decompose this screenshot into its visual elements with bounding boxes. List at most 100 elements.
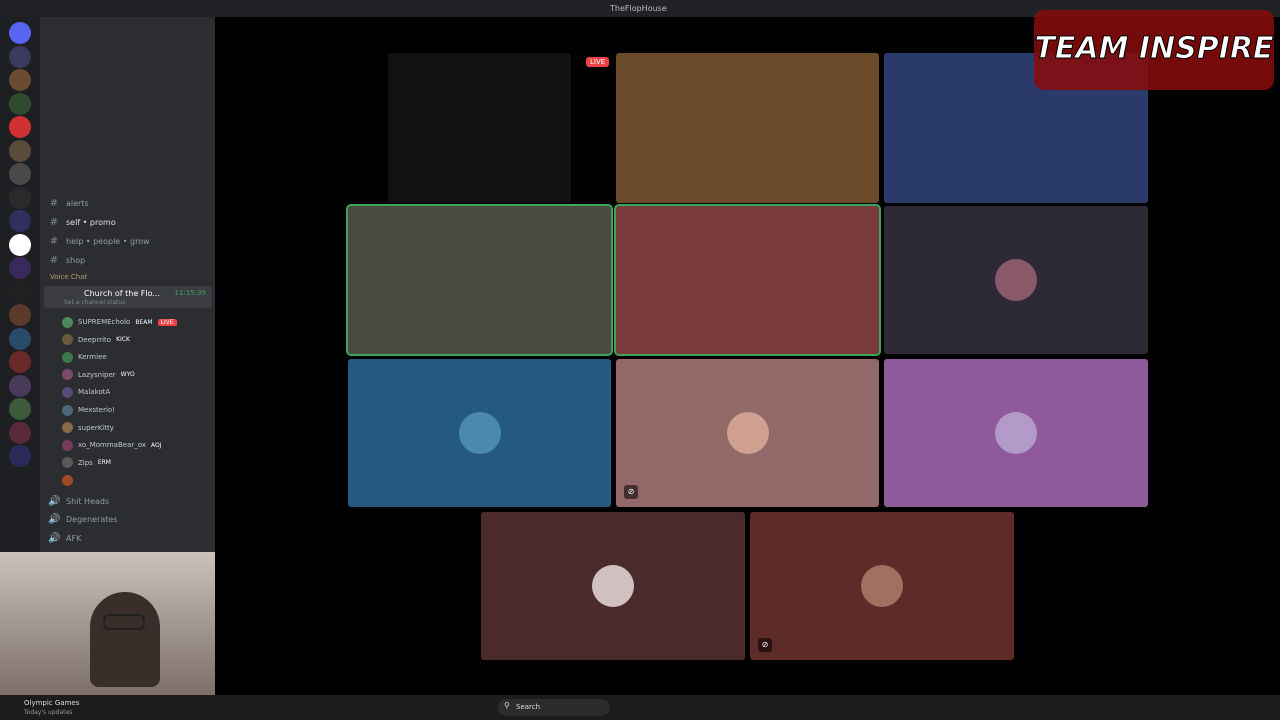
server-icon[interactable] xyxy=(9,421,31,444)
server-icon[interactable] xyxy=(9,22,31,44)
user-tag: BEAM xyxy=(135,318,153,326)
avatar-tile[interactable]: ⊘ xyxy=(616,359,879,507)
voice-user[interactable] xyxy=(62,473,78,487)
avatar-tile[interactable] xyxy=(884,206,1148,354)
server-icon[interactable] xyxy=(9,233,31,256)
avatar xyxy=(62,422,73,434)
channel-label: alerts xyxy=(66,198,89,208)
server-icon[interactable] xyxy=(9,374,31,397)
participant-avatar xyxy=(458,412,501,454)
svg-text:TEAM INSPIRE: TEAM INSPIRE xyxy=(1034,31,1274,66)
server-icon[interactable] xyxy=(9,210,31,232)
weather-title[interactable]: Olympic Games xyxy=(24,699,79,707)
user-tag: ERM xyxy=(97,459,111,467)
server-icon[interactable] xyxy=(9,398,31,420)
server-icon[interactable] xyxy=(9,257,31,279)
voice-user[interactable]: SUPREMEcholo BEAM LIVE xyxy=(62,315,177,329)
avatar xyxy=(62,334,73,346)
avatar xyxy=(62,369,73,381)
avatar xyxy=(62,404,73,416)
avatar-tile[interactable] xyxy=(884,359,1148,507)
voice-user[interactable]: Lazysniper WYO xyxy=(62,368,135,382)
user-tag: WYO xyxy=(120,371,135,379)
avatar xyxy=(62,457,73,469)
speaker-icon: 🔊 xyxy=(48,495,61,507)
live-badge: LIVE xyxy=(586,57,610,67)
avatar-tile[interactable] xyxy=(348,359,611,507)
channel-item[interactable]: # self • promo xyxy=(48,215,116,229)
server-icon[interactable] xyxy=(9,116,31,138)
voice-channel-label: Degenerates xyxy=(66,515,118,524)
user-tag: KICK xyxy=(116,336,130,344)
user-tag: AOJ xyxy=(150,441,162,449)
channel-status[interactable]: Set a channel status xyxy=(64,299,125,306)
active-voice-channel[interactable]: Church of the Flo... 11:15:39 Set a chan… xyxy=(44,286,212,308)
channel-label: help • people • grow xyxy=(66,236,150,246)
channel-item[interactable]: # help • people • grow xyxy=(48,234,150,248)
channel-label: self • promo xyxy=(66,217,116,227)
video-tile[interactable] xyxy=(614,204,881,356)
server-icon[interactable] xyxy=(9,351,31,373)
voice-channel-label: AFK xyxy=(66,533,82,543)
avatar xyxy=(62,474,73,486)
avatar-tile[interactable] xyxy=(481,512,745,660)
screen-share-tile[interactable] xyxy=(388,53,571,203)
channel-sidebar: # alerts # self • promo # help • people • gro… xyxy=(40,17,215,552)
search-label: Search xyxy=(516,703,541,711)
server-icon[interactable] xyxy=(9,304,31,326)
video-stage: ⊘ ⊘ LIVE xyxy=(215,17,1280,695)
voice-channel-item[interactable]: 🔊 Shit Heads xyxy=(48,494,109,508)
avatar-tile[interactable]: ⊘ xyxy=(750,512,1014,660)
avatar xyxy=(62,351,73,363)
speaker-icon: 🔊 xyxy=(48,514,61,525)
window-title: TheFlopHouse xyxy=(610,4,667,13)
voice-section-label[interactable]: Voice Chat xyxy=(50,273,87,281)
voice-user[interactable]: Kermiee xyxy=(62,350,107,364)
search-box[interactable]: ⚲ Search xyxy=(498,699,610,716)
server-icon[interactable] xyxy=(9,45,31,68)
taskbar: Olympic Games Today's updates ⚲ Search xyxy=(0,695,1280,720)
server-icon[interactable] xyxy=(9,280,31,303)
voice-user[interactable]: superKitty xyxy=(62,421,114,435)
search-icon: ⚲ xyxy=(504,701,510,710)
voice-user[interactable]: Mexsterio! xyxy=(62,403,115,417)
video-tile[interactable] xyxy=(346,204,613,356)
voice-user[interactable]: MalakotA xyxy=(62,385,110,399)
team-inspire-logo: TEAM INSPIRE xyxy=(1034,10,1275,90)
voice-user[interactable]: Deeprrito KICK xyxy=(62,333,130,347)
participant-avatar xyxy=(861,565,903,607)
server-icon[interactable] xyxy=(9,445,31,467)
hash-icon: # xyxy=(49,254,59,266)
voice-channel-item[interactable]: 🔊 AFK xyxy=(48,531,81,545)
server-icon[interactable] xyxy=(9,92,31,115)
channel-item[interactable]: # alerts xyxy=(48,196,89,210)
video-tile[interactable] xyxy=(616,53,879,203)
muted-mic-icon: ⊘ xyxy=(624,485,638,499)
speaker-icon: 🔊 xyxy=(48,532,61,544)
user-name: superKitty xyxy=(78,423,114,432)
voice-channel-label: Shit Heads xyxy=(66,496,110,506)
server-icon[interactable] xyxy=(9,163,31,185)
live-badge: LIVE xyxy=(157,318,177,326)
server-icon[interactable] xyxy=(9,327,31,350)
voice-user[interactable]: Zips ERM xyxy=(62,456,111,470)
server-icon[interactable] xyxy=(9,69,31,91)
server-icon[interactable] xyxy=(9,186,31,209)
participant-avatar xyxy=(592,565,634,607)
user-name: Lazysniper xyxy=(78,370,116,379)
channel-item[interactable]: # shop xyxy=(48,253,85,267)
participant-avatar xyxy=(995,412,1037,454)
user-name: MalakotA xyxy=(78,388,111,397)
user-name: Mexsterio! xyxy=(78,406,115,414)
muted-mic-icon: ⊘ xyxy=(758,638,772,652)
user-name: SUPREMEcholo xyxy=(78,318,131,326)
participant-avatar xyxy=(726,412,769,454)
voice-user[interactable]: xo_MommaBear_ox AOJ xyxy=(62,438,161,452)
server-icon[interactable] xyxy=(9,139,31,162)
avatar xyxy=(62,386,73,398)
avatar xyxy=(62,316,73,328)
voice-channel-item[interactable]: 🔊 Degenerates xyxy=(48,513,118,527)
avatar xyxy=(62,439,73,451)
user-name: Zips xyxy=(78,458,93,467)
weather-subtitle: Today's updates xyxy=(24,709,73,716)
